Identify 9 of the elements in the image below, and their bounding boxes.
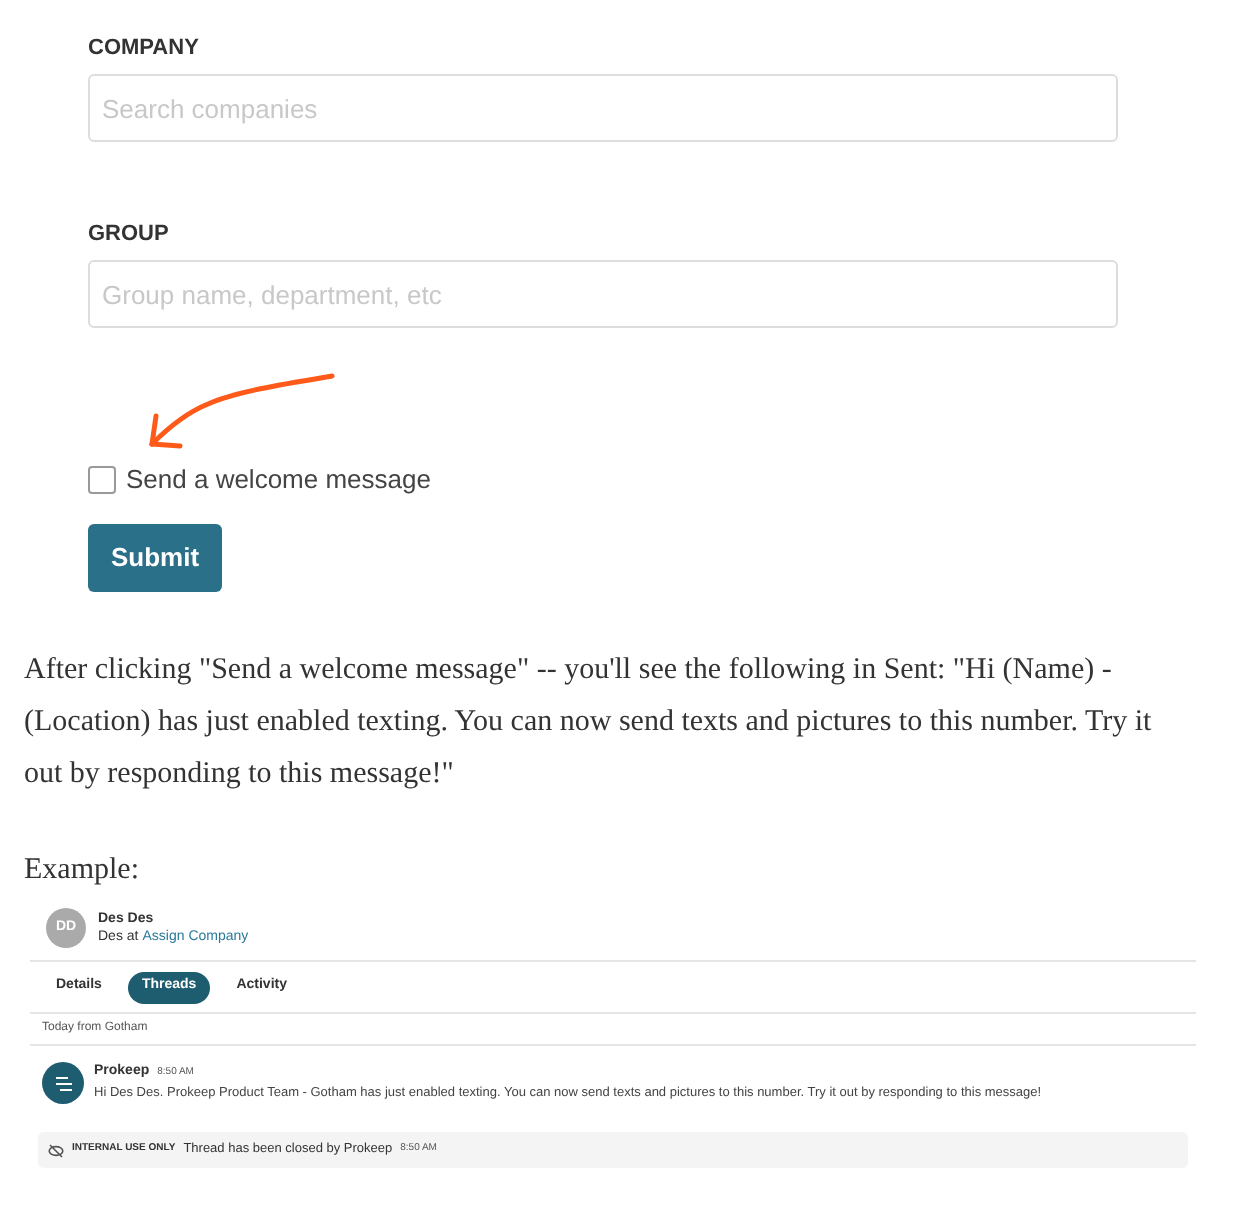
checkbox[interactable]: [88, 465, 116, 494]
field-label: GROUP: [88, 220, 171, 250]
paragraph: After clicking "Send a welcome message" -- you'll see the following in Sent: "Hi (Name) - (Location) has just enabled texting. You can now send texts and pictures to this number. Try it out by responding to this message!": [22, 651, 1154, 793]
checkbox-label: Send a welcome message: [126, 462, 431, 498]
submit-button[interactable]: Submit: [88, 523, 222, 591]
field-label: COMPANY: [88, 34, 201, 64]
lines-icon: [53, 1075, 73, 1091]
eye-slash-icon: [48, 1143, 64, 1157]
example-label: Example:: [22, 851, 141, 889]
